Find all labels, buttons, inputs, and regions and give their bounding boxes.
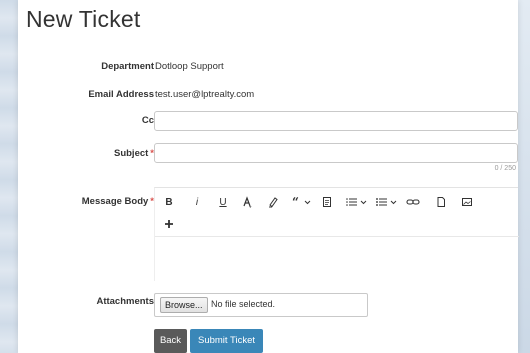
font-color-icon[interactable] [239,194,255,210]
subject-label: Subject * [113,148,154,159]
editor-toolbar: B i U “ [155,188,519,237]
file-icon[interactable] [433,194,449,210]
department-value: Dotloop Support [155,61,224,72]
ordered-list-icon[interactable] [345,194,369,210]
svg-text:“: “ [292,196,299,208]
page-background-right [516,0,530,353]
back-button[interactable]: Back [154,329,187,353]
unordered-list-icon[interactable] [375,194,399,210]
cc-input[interactable] [154,111,518,131]
cc-label: Cc [141,115,154,126]
highlight-icon[interactable] [265,194,281,210]
attachment-file-input[interactable]: Browse... No file selected. [154,293,368,317]
subject-input[interactable] [154,143,518,163]
browse-button[interactable]: Browse... [160,297,208,313]
department-label: Department [101,61,154,72]
quote-icon[interactable]: “ [291,194,313,210]
ticket-form-card: New Ticket Department Dotloop Support Em… [18,0,519,353]
document-icon[interactable] [319,194,335,210]
image-icon[interactable] [459,194,475,210]
message-body-label: Message Body * [81,196,154,207]
italic-icon[interactable]: i [189,194,205,210]
email-value: test.user@lptrealty.com [155,89,255,100]
bold-icon[interactable]: B [161,194,177,210]
submit-ticket-button[interactable]: Submit Ticket [190,329,263,353]
email-label: Email Address [88,89,154,100]
no-file-selected-text: No file selected. [211,299,276,309]
underline-icon[interactable]: U [215,194,231,210]
message-body-editor[interactable]: B i U “ [154,187,519,281]
page-title: New Ticket [26,6,141,32]
attachments-label: Attachments [96,296,154,307]
link-icon[interactable] [405,194,421,210]
add-icon[interactable] [161,216,177,232]
subject-char-counter: 0 / 250 [494,165,516,172]
